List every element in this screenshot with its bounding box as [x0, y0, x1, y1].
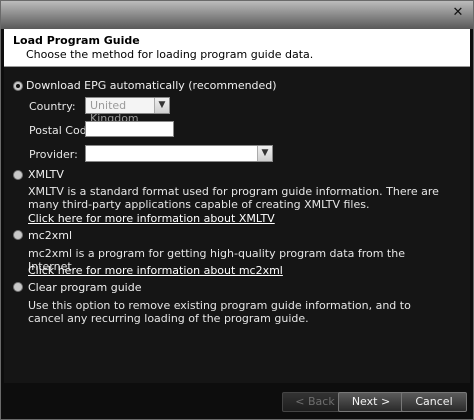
- provider-label: Provider:: [29, 148, 78, 161]
- country-select[interactable]: United Kingdom ▼: [85, 97, 170, 125]
- radio-label-download-epg[interactable]: Download EPG automatically (recommended): [26, 79, 277, 92]
- radio-download-epg[interactable]: [13, 81, 23, 91]
- mc2xml-info-link[interactable]: Click here for more information about mc…: [28, 264, 283, 277]
- title-bar[interactable]: ✕: [1, 1, 473, 29]
- radio-clear-guide[interactable]: [13, 282, 23, 292]
- chevron-down-icon[interactable]: ▼: [257, 146, 272, 161]
- radio-label-mc2xml[interactable]: mc2xml: [28, 229, 72, 242]
- xmltv-description: XMLTV is a standard format used for prog…: [28, 185, 439, 211]
- radio-label-xmltv[interactable]: XMLTV: [28, 168, 64, 181]
- close-icon[interactable]: ✕: [451, 6, 465, 20]
- dialog-window: ✕ Load Program Guide Choose the method f…: [0, 0, 474, 420]
- next-button[interactable]: Next >: [338, 392, 404, 412]
- wizard-footer: < Back Next > Cancel: [4, 384, 470, 417]
- radio-label-clear-guide[interactable]: Clear program guide: [28, 281, 141, 294]
- page-subtitle: Choose the method for loading program gu…: [26, 48, 314, 61]
- cancel-button[interactable]: Cancel: [401, 392, 467, 412]
- clear-guide-description: Use this option to remove existing progr…: [28, 299, 411, 325]
- xmltv-info-link[interactable]: Click here for more information about XM…: [28, 212, 275, 225]
- options-panel: Download EPG automatically (recommended)…: [4, 67, 470, 383]
- radio-xmltv[interactable]: [13, 170, 23, 180]
- country-label: Country:: [29, 100, 76, 113]
- chevron-down-icon[interactable]: ▼: [154, 98, 169, 113]
- wizard-header: Load Program Guide Choose the method for…: [4, 29, 470, 67]
- page-title: Load Program Guide: [13, 34, 140, 47]
- postal-code-input[interactable]: [85, 121, 174, 137]
- provider-select[interactable]: ▼: [85, 145, 273, 162]
- radio-mc2xml[interactable]: [13, 230, 23, 240]
